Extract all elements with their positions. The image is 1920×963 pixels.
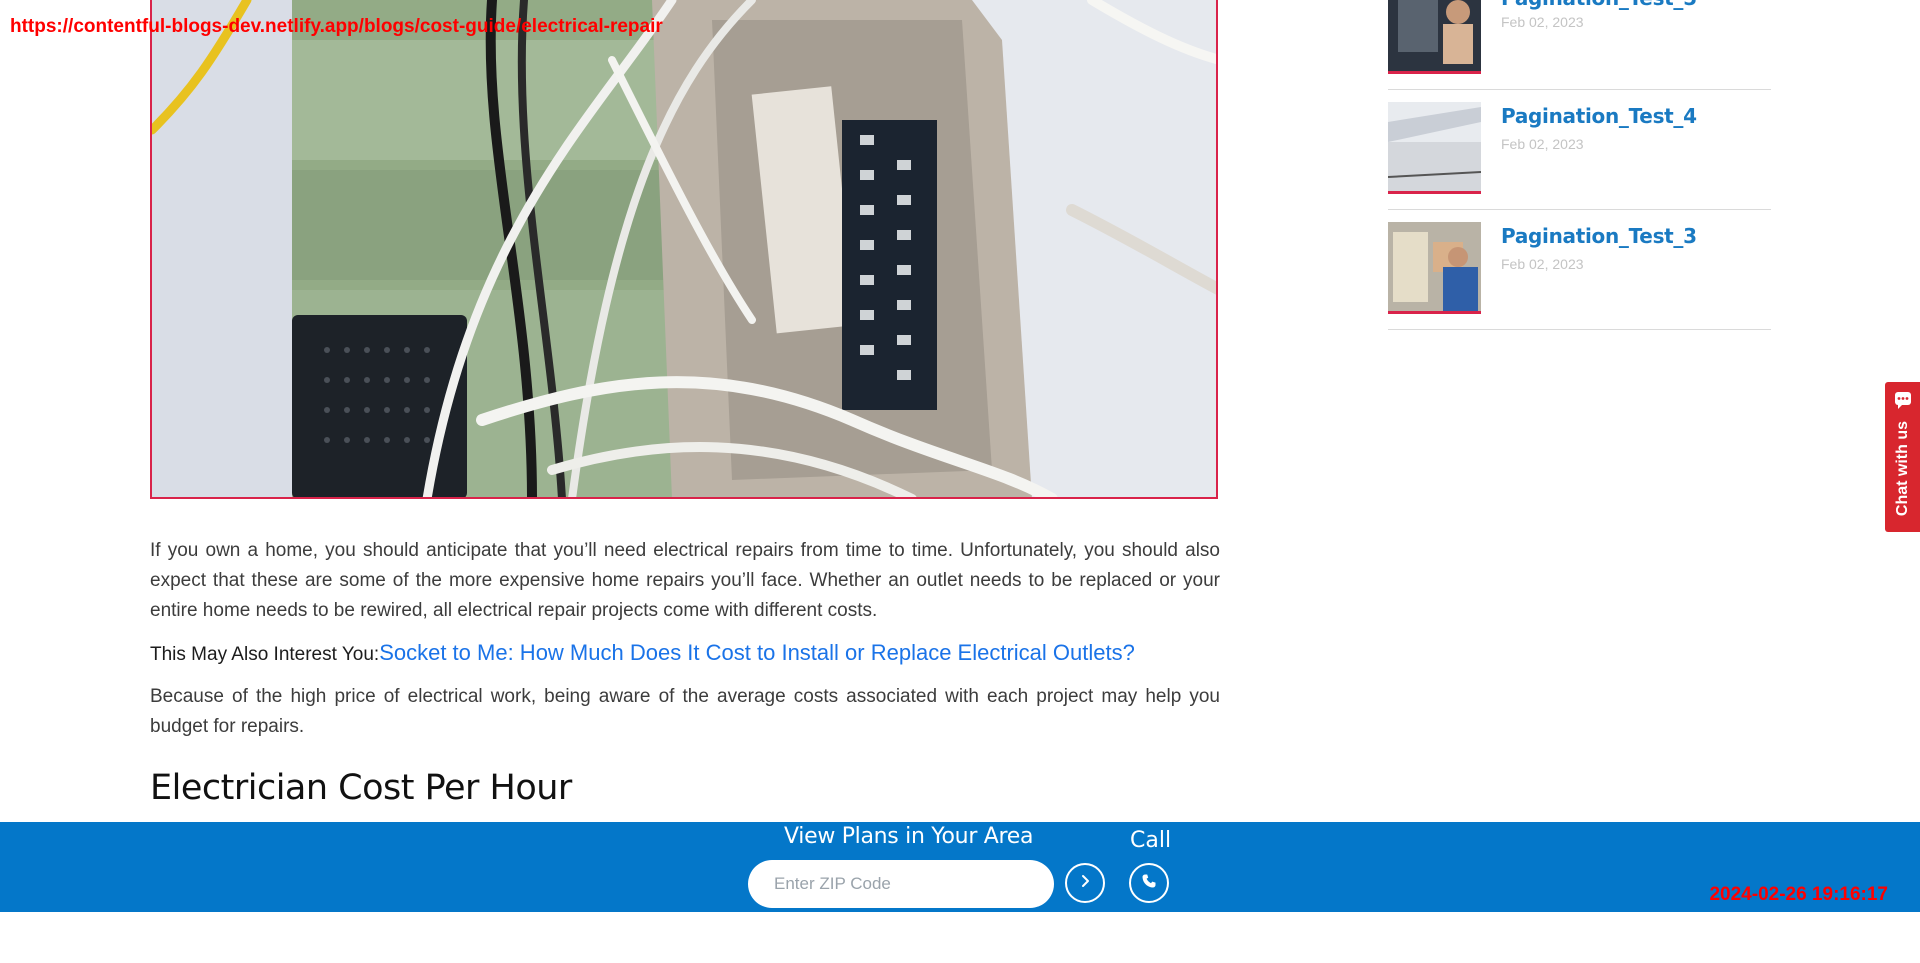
recent-posts-sidebar: Pagination_Test_5 Feb 02, 2023 Paginatio… xyxy=(1388,0,1771,330)
post-thumbnail[interactable] xyxy=(1388,222,1481,314)
post-title[interactable]: Pagination_Test_5 xyxy=(1501,0,1697,10)
article-paragraph: If you own a home, you should anticipate… xyxy=(150,540,1220,621)
post-date: Feb 02, 2023 xyxy=(1501,14,1584,30)
post-title[interactable]: Pagination_Test_3 xyxy=(1501,224,1697,248)
hero-photo xyxy=(152,0,1216,497)
article-body: If you own a home, you should anticipate… xyxy=(150,536,1220,808)
post-thumbnail[interactable] xyxy=(1388,0,1481,74)
article-paragraph: Because of the high price of electrical … xyxy=(150,686,1220,737)
post-date: Feb 02, 2023 xyxy=(1501,256,1584,272)
chat-bubble-icon xyxy=(1893,390,1913,415)
chat-with-us-button[interactable]: Chat with us xyxy=(1885,382,1920,532)
zip-code-input[interactable] xyxy=(748,860,1054,908)
zip-search-bar: View Plans in Your Area Call xyxy=(0,822,1920,912)
section-heading: Electrician Cost Per Hour xyxy=(150,768,572,808)
chat-label: Chat with us xyxy=(1893,421,1911,517)
timestamp-overlay: 2024-02-26 19:16:17 xyxy=(1709,884,1888,905)
phone-icon xyxy=(1141,873,1157,894)
sidebar-post[interactable]: Pagination_Test_3 Feb 02, 2023 xyxy=(1388,210,1771,330)
url-overlay: https://contentful-blogs-dev.netlify.app… xyxy=(10,16,663,37)
sidebar-post[interactable]: Pagination_Test_5 Feb 02, 2023 xyxy=(1388,0,1771,90)
sidebar-post[interactable]: Pagination_Test_4 Feb 02, 2023 xyxy=(1388,90,1771,210)
call-label: Call xyxy=(1130,828,1172,853)
zip-submit-button[interactable] xyxy=(1065,863,1105,903)
related-article-link[interactable]: Socket to Me: How Much Does It Cost to I… xyxy=(379,640,1135,665)
call-button[interactable] xyxy=(1129,863,1169,903)
post-title[interactable]: Pagination_Test_4 xyxy=(1501,104,1697,128)
post-date: Feb 02, 2023 xyxy=(1501,136,1584,152)
related-article: This May Also Interest You:Socket to Me:… xyxy=(150,638,1220,670)
related-label: This May Also Interest You: xyxy=(150,644,380,665)
post-thumbnail[interactable] xyxy=(1388,102,1481,194)
chevron-right-icon xyxy=(1078,874,1092,893)
hero-image xyxy=(150,0,1218,499)
page-bottom-blank xyxy=(0,912,1920,963)
plans-title: View Plans in Your Area xyxy=(784,824,1034,849)
